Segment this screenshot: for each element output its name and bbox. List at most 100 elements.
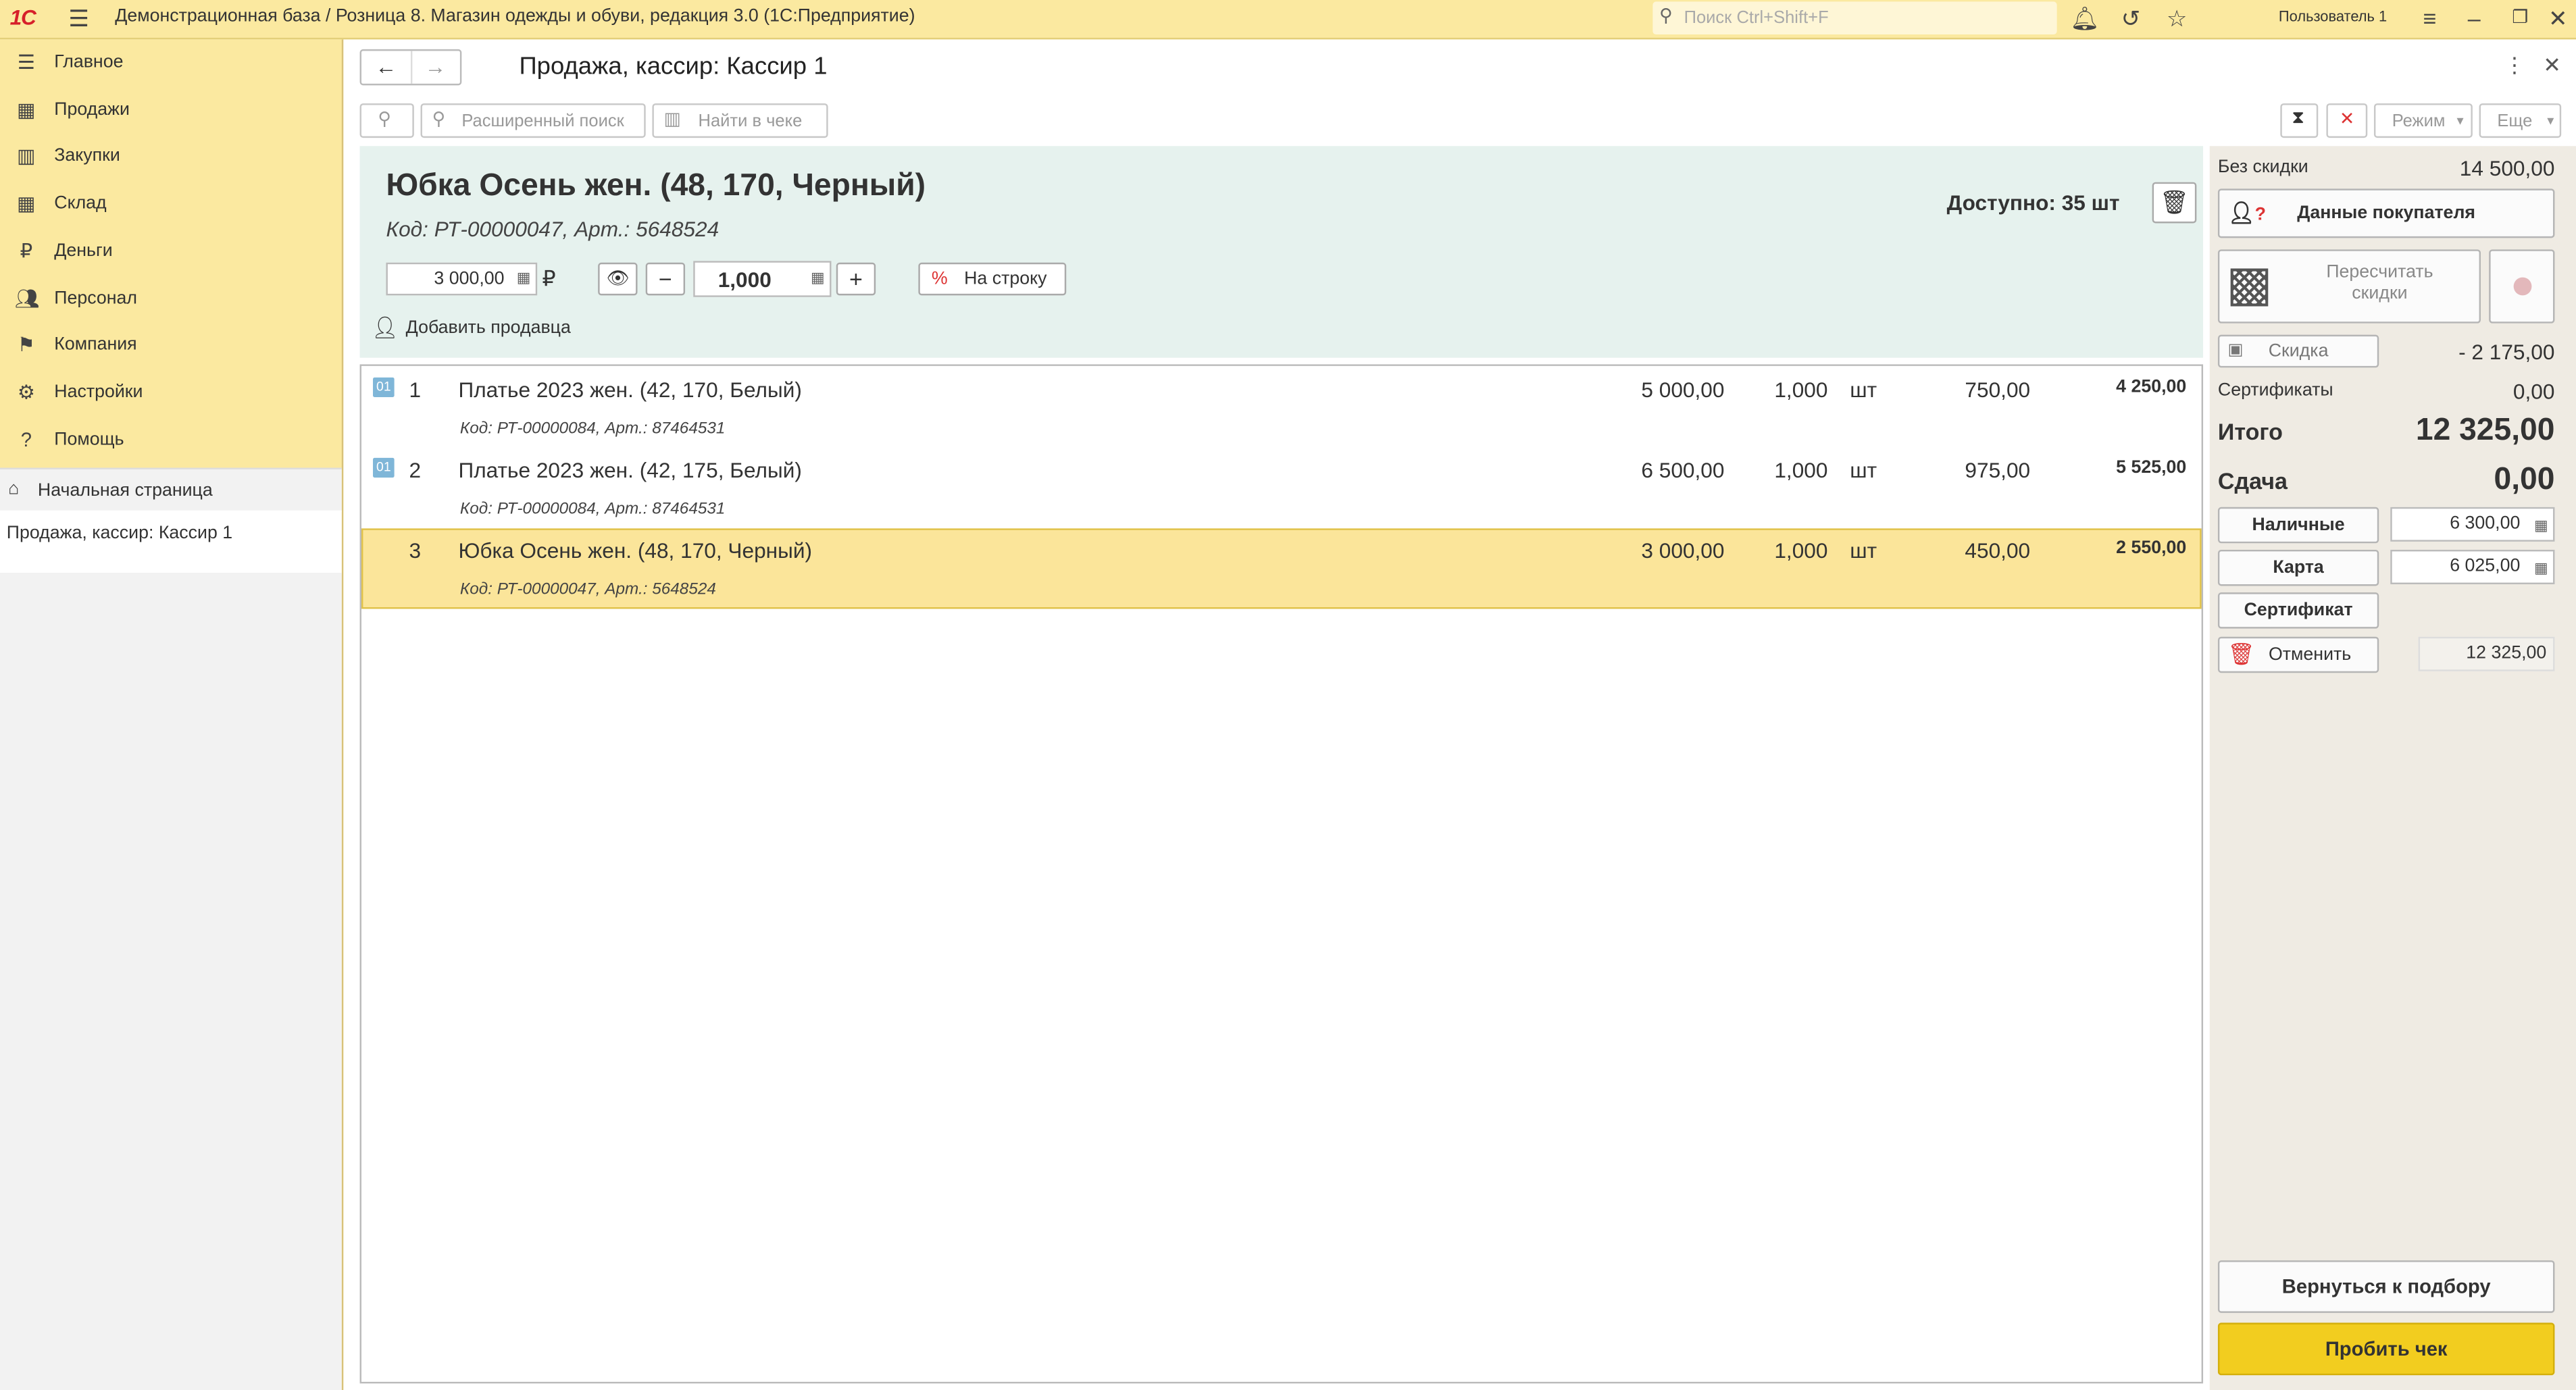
- card-amount-field[interactable]: 6 025,00 ▦: [2390, 549, 2555, 585]
- main-menu-icon[interactable]: ☰: [62, 3, 95, 33]
- mode-button[interactable]: Режим ▼: [2373, 103, 2473, 138]
- row-number: 1: [409, 377, 422, 403]
- person-icon[interactable]: 👤︎: [372, 315, 399, 342]
- card-amount-value: 6 025,00: [2450, 556, 2521, 576]
- marking-badge: 01: [373, 377, 395, 398]
- history-icon[interactable]: ↺: [2115, 3, 2148, 33]
- table-row[interactable]: 01 1 Платье 2023 жен. (42, 170, Белый) К…: [361, 367, 2202, 448]
- sidebar-item-money[interactable]: ₽ Деньги: [0, 230, 342, 276]
- decrease-quantity-button[interactable]: −: [645, 262, 686, 296]
- row-quantity: 1,000: [1774, 457, 1828, 483]
- row-item-name: Юбка Осень жен. (48, 170, Черный): [458, 538, 813, 563]
- advanced-search-button[interactable]: ⚲ Расширенный поиск: [420, 103, 646, 138]
- cash-button[interactable]: Наличные: [2217, 507, 2379, 544]
- restore-icon[interactable]: ❐: [2504, 3, 2537, 33]
- search-icon: ⚲: [378, 109, 391, 130]
- star-icon[interactable]: ☆: [2161, 3, 2194, 33]
- history-nav: ← →: [359, 49, 462, 86]
- current-item-card: Юбка Осень жен. (48, 170, Черный) Код: Р…: [359, 146, 2204, 358]
- recalculate-discounts-button[interactable]: ▩ Пересчитать скидки: [2217, 249, 2481, 324]
- sidebar-item-sales[interactable]: ▦ Продажи: [0, 88, 342, 134]
- add-seller-link[interactable]: Добавить продавца: [406, 318, 571, 338]
- buyer-data-button[interactable]: 👤︎? Данные покупателя: [2217, 188, 2555, 238]
- row-price: 3 000,00: [1641, 538, 1725, 563]
- row-price: 5 000,00: [1641, 377, 1725, 403]
- minimize-icon[interactable]: –: [2458, 3, 2491, 33]
- change-label: Сдача: [2217, 467, 2288, 494]
- button-label: Расширенный поиск: [461, 111, 624, 132]
- table-row-selected[interactable]: 3 Юбка Осень жен. (48, 170, Черный) Код:…: [361, 528, 2202, 609]
- calculator-icon[interactable]: ▦: [2534, 511, 2548, 542]
- search-placeholder: Поиск Ctrl+Shift+F: [1684, 8, 1829, 28]
- status-dot-icon: [2513, 277, 2532, 296]
- sidebar-item-label: Закупки: [54, 146, 120, 166]
- forward-arrow-icon[interactable]: →: [411, 51, 460, 84]
- button-label: Сертификат: [2244, 600, 2353, 621]
- calculator-icon[interactable]: ▦: [811, 269, 825, 287]
- price-value: 3 000,00: [434, 269, 505, 289]
- find-in-receipt-button[interactable]: ▥ Найти в чеке: [652, 103, 828, 138]
- sidebar-item-company[interactable]: ⚑ Компания: [0, 324, 342, 369]
- total-value: 12 325,00: [2415, 413, 2555, 448]
- certificate-button[interactable]: Сертификат: [2217, 592, 2379, 629]
- cancel-button[interactable]: 🗑︎ Отменить: [2217, 636, 2379, 673]
- button-label: Режим: [2392, 111, 2446, 132]
- calculator-icon[interactable]: ▦: [517, 269, 531, 287]
- sidebar-item-settings[interactable]: ⚙ Настройки: [0, 371, 342, 417]
- row-item-name: Платье 2023 жен. (42, 170, Белый): [458, 377, 802, 403]
- sidebar-item-label: Компания: [54, 334, 137, 355]
- sidebar-item-label: Деньги: [54, 241, 113, 261]
- people-icon: 👥︎: [14, 287, 40, 311]
- user-name[interactable]: Пользователь 1: [2279, 8, 2387, 24]
- basket-icon: ▦: [17, 98, 36, 122]
- close-window-icon[interactable]: ✕: [2542, 3, 2575, 33]
- sidebar-item-help[interactable]: ? Помощь: [0, 419, 342, 465]
- row-discount: 450,00: [1965, 538, 2031, 563]
- button-label: Наличные: [2252, 515, 2345, 536]
- row-number: 2: [409, 457, 422, 483]
- more-button[interactable]: Еще ▼: [2479, 103, 2562, 138]
- row-discount: 750,00: [1965, 377, 2031, 403]
- button-label: Пробить чек: [2325, 1337, 2448, 1361]
- clear-button[interactable]: ✕: [2326, 103, 2368, 138]
- back-arrow-icon[interactable]: ←: [361, 51, 413, 84]
- calculator-icon[interactable]: ▦: [2534, 553, 2548, 584]
- print-receipt-button[interactable]: Пробить чек: [2217, 1322, 2555, 1376]
- card-button[interactable]: Карта: [2217, 549, 2379, 586]
- barcode-icon: ▥: [663, 109, 681, 130]
- table-row[interactable]: 01 2 Платье 2023 жен. (42, 175, Белый) К…: [361, 448, 2202, 528]
- global-search-input[interactable]: ⚲ Поиск Ctrl+Shift+F: [1652, 1, 2057, 35]
- receipt-table: 01 1 Платье 2023 жен. (42, 170, Белый) К…: [359, 364, 2204, 1384]
- row-item-code: Код: РТ-00000047, Арт.: 5648524: [459, 581, 716, 599]
- trash-icon: 🗑︎: [2227, 642, 2255, 667]
- tab-home-page[interactable]: ⌂ Начальная страница: [0, 467, 342, 513]
- close-form-icon[interactable]: ✕: [2543, 53, 2561, 79]
- hourglass-button[interactable]: ⧗: [2280, 103, 2319, 138]
- sidebar-item-warehouse[interactable]: ▦ Склад: [0, 182, 342, 228]
- row-unit: шт: [1850, 377, 1877, 403]
- cash-amount-field[interactable]: 6 300,00 ▦: [2390, 507, 2555, 542]
- search-button[interactable]: ⚲: [359, 103, 414, 138]
- button-label: Еще: [2497, 111, 2533, 132]
- discount-button[interactable]: ▣ Скидка: [2217, 334, 2379, 368]
- more-options-icon[interactable]: ⋮: [2504, 53, 2525, 79]
- sidebar-item-staff[interactable]: 👥︎ Персонал: [0, 278, 342, 324]
- quantity-field[interactable]: 1,000 ▦: [693, 261, 832, 297]
- ruble-icon: ₽: [20, 239, 33, 263]
- delete-item-button[interactable]: 🗑︎: [2152, 182, 2197, 224]
- sidebar-item-main[interactable]: ☰ Главное: [0, 41, 342, 87]
- eye-icon: 👁︎: [606, 269, 630, 289]
- back-to-selection-button[interactable]: Вернуться к подбору: [2217, 1260, 2555, 1313]
- sidebar-item-purchases[interactable]: ▥ Закупки: [0, 134, 342, 180]
- view-button[interactable]: 👁︎: [598, 262, 638, 296]
- page-title: Продажа, кассир: Кассир 1: [519, 52, 828, 81]
- price-field[interactable]: 3 000,00 ▦: [386, 262, 538, 296]
- bell-icon[interactable]: 🔔︎: [2069, 3, 2102, 33]
- discount-status-button[interactable]: [2489, 249, 2555, 324]
- sidebar-item-label: Склад: [54, 193, 107, 213]
- to-row-discount-button[interactable]: % На строку: [918, 262, 1067, 296]
- row-price: 6 500,00: [1641, 457, 1725, 483]
- tab-sale-cashier[interactable]: Продажа, кассир: Кассир 1: [0, 510, 342, 575]
- settings-menu-icon[interactable]: ≡: [2413, 3, 2446, 33]
- increase-quantity-button[interactable]: +: [836, 262, 876, 296]
